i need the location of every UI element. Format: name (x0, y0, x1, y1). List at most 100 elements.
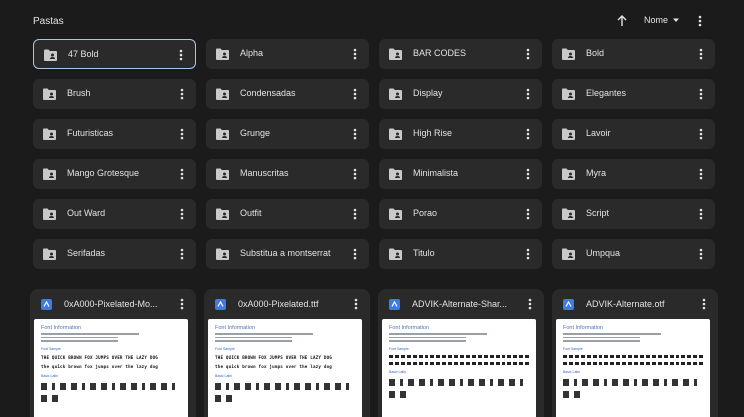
file-more-button[interactable] (522, 296, 538, 312)
preview-glyph-block (592, 354, 597, 358)
file-more-button[interactable] (348, 296, 364, 312)
more-options-button[interactable] (692, 13, 708, 29)
preview-glyph (612, 378, 618, 386)
sort-direction-button[interactable] (614, 13, 630, 29)
folder-more-button[interactable] (520, 166, 536, 182)
folder-more-button[interactable] (520, 46, 536, 62)
folder-item[interactable]: Umpqua (552, 239, 715, 269)
preview-glyph-block (412, 354, 417, 358)
preview-glyph (215, 382, 221, 390)
preview-glyph-block (628, 361, 633, 365)
folder-item[interactable]: Condensadas (206, 79, 369, 109)
preview-glyph-block (639, 361, 644, 365)
preview-glyph-block (663, 361, 668, 365)
font-file-icon (215, 299, 226, 310)
preview-glyph-block (663, 354, 668, 358)
font-file-icon (41, 299, 52, 310)
file-card[interactable]: ADVIK-Alternate.otf Font Information Fon… (552, 289, 718, 417)
folder-more-button[interactable] (347, 86, 363, 102)
preview-sample-upper: THE QUICK BROWN FOX JUMPS OVER THE LAZY … (41, 354, 159, 360)
folder-item[interactable]: Display (379, 79, 542, 109)
folder-item[interactable]: High Rise (379, 119, 542, 149)
folder-more-button[interactable] (347, 166, 363, 182)
file-more-button[interactable] (174, 296, 190, 312)
folder-item[interactable]: Alpha (206, 39, 369, 69)
folder-item[interactable]: Grunge (206, 119, 369, 149)
folder-item[interactable]: Brush (33, 79, 196, 109)
preview-glyph (294, 382, 300, 390)
more-vert-icon (526, 208, 530, 220)
folder-item[interactable]: Myra (552, 159, 715, 189)
font-file-icon (389, 299, 400, 310)
folder-more-button[interactable] (174, 246, 190, 262)
preview-glyph-block (628, 354, 633, 358)
folder-item[interactable]: Porao (379, 199, 542, 229)
folder-item[interactable]: Elegantes (552, 79, 715, 109)
folder-more-button[interactable] (520, 206, 536, 222)
folder-item[interactable]: Outfit (206, 199, 369, 229)
folder-more-button[interactable] (693, 126, 709, 142)
file-more-button[interactable] (696, 296, 712, 312)
folder-more-button[interactable] (347, 246, 363, 262)
folder-more-button[interactable] (693, 46, 709, 62)
preview-glyph (408, 378, 414, 386)
folder-item[interactable]: Out Ward (33, 199, 196, 229)
folder-item[interactable]: Titulo (379, 239, 542, 269)
preview-sample-lower: the quick brown fox jumps over the lazy … (41, 363, 159, 369)
file-card[interactable]: 0xA000-Pixelated-Mo... Font Information … (30, 289, 196, 417)
more-vert-icon (180, 208, 184, 220)
folder-more-button[interactable] (173, 47, 189, 63)
more-vert-icon (528, 298, 532, 310)
folder-item[interactable]: Serifadas (33, 239, 196, 269)
folder-more-button[interactable] (347, 206, 363, 222)
folder-more-button[interactable] (693, 206, 709, 222)
sort-by-button[interactable]: Nome (644, 15, 680, 25)
folder-item[interactable]: Manuscritas (206, 159, 369, 189)
preview-glyph-block (406, 361, 411, 365)
folder-item[interactable]: Script (552, 199, 715, 229)
folder-item[interactable]: Bold (552, 39, 715, 69)
folder-name: Display (413, 88, 443, 98)
folder-item[interactable]: Substitua a montserrat (206, 239, 369, 269)
folder-item[interactable]: BAR CODES (379, 39, 542, 69)
folder-more-button[interactable] (693, 246, 709, 262)
preview-glyph-block (580, 361, 585, 365)
folder-more-button[interactable] (693, 86, 709, 102)
folder-more-button[interactable] (347, 126, 363, 142)
folder-more-button[interactable] (174, 206, 190, 222)
preview-glyph (582, 378, 588, 386)
folder-more-button[interactable] (174, 166, 190, 182)
folder-name: Alpha (240, 48, 264, 58)
folder-item[interactable]: Mango Grotesque (33, 159, 196, 189)
shared-folder-icon (43, 248, 56, 260)
caret-down-icon (673, 18, 680, 22)
preview-glyph (430, 378, 433, 386)
folder-name: BAR CODES (413, 48, 467, 58)
file-card[interactable]: ADVIK-Alternate-Shar... Font Information… (378, 289, 544, 417)
preview-glyph-block (513, 361, 518, 365)
folder-name: Titulo (413, 248, 435, 258)
preview-glyph (82, 382, 85, 390)
folder-more-button[interactable] (693, 166, 709, 182)
folder-item[interactable]: Minimalista (379, 159, 542, 189)
preview-glyph-block (501, 354, 506, 358)
file-thumbnail: Font Information Font Sample THE QUICK B… (34, 319, 188, 417)
preview-glyph (664, 378, 667, 386)
folder-more-button[interactable] (347, 46, 363, 62)
folder-more-button[interactable] (174, 126, 190, 142)
preview-glyph-block (634, 354, 638, 358)
preview-glyph-block (574, 361, 579, 365)
folder-more-button[interactable] (174, 86, 190, 102)
preview-glyph (574, 378, 577, 386)
folder-name: High Rise (413, 128, 453, 138)
file-card[interactable]: 0xA000-Pixelated.ttf Font Information Fo… (204, 289, 370, 417)
folder-item[interactable]: Lavoir (552, 119, 715, 149)
folder-more-button[interactable] (520, 246, 536, 262)
folder-name: Serifadas (67, 248, 106, 258)
more-vert-icon (526, 88, 530, 100)
preview-glyph-block (610, 354, 615, 358)
folder-more-button[interactable] (520, 86, 536, 102)
folder-item[interactable]: 47 Bold (33, 39, 196, 69)
folder-item[interactable]: Futuristicas (33, 119, 196, 149)
folder-more-button[interactable] (520, 126, 536, 142)
